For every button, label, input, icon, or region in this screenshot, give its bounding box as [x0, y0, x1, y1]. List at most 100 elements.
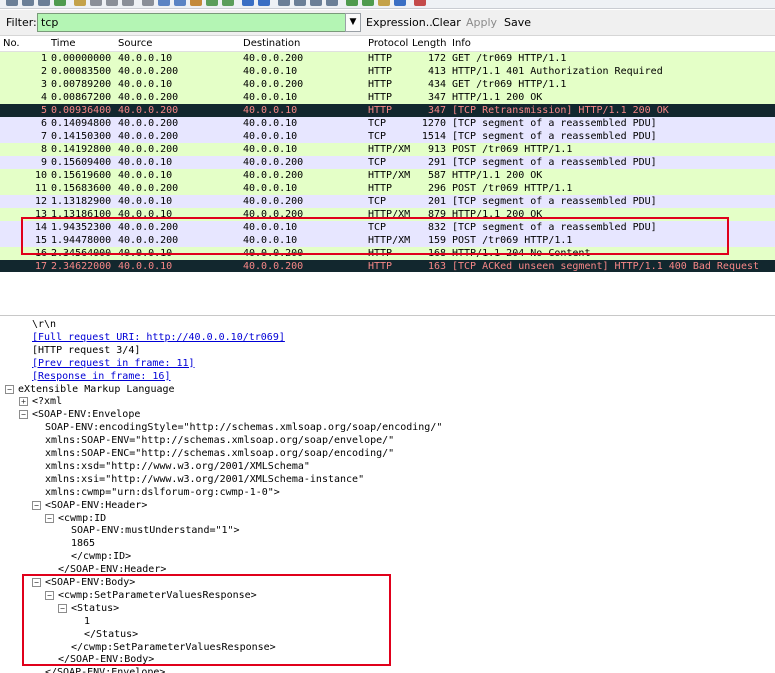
- resize-columns-icon[interactable]: [326, 0, 338, 6]
- capture-options-icon[interactable]: [54, 0, 66, 6]
- detail-line: 1865: [71, 538, 96, 550]
- detail-line: <Status>: [71, 602, 120, 614]
- packet-row[interactable]: 2 0.00083500 40.0.0.200 40.0.0.10 HTTP 413 HTT…: [0, 65, 775, 78]
- stop-capture-icon[interactable]: [22, 0, 34, 6]
- detail-line: \r\n: [32, 319, 57, 330]
- open-file-icon[interactable]: [74, 0, 86, 6]
- cell-info: HTTP/1.1 401 Authorization Required: [452, 66, 663, 77]
- coloring-rules-icon[interactable]: [378, 0, 390, 6]
- apply-button[interactable]: Apply: [466, 16, 497, 29]
- collapse-icon[interactable]: −: [5, 384, 14, 394]
- cell-length: 291: [427, 157, 446, 168]
- go-back-icon[interactable]: [158, 0, 170, 6]
- packet-row[interactable]: 13 1.13186100 40.0.0.10 40.0.0.200 HTTP/XM 87…: [0, 208, 775, 221]
- detail-line: <SOAP-ENV:Body>: [45, 577, 136, 588]
- preferences-icon[interactable]: [394, 0, 406, 6]
- cell-time: 1.94352300: [51, 222, 112, 233]
- column-header-source[interactable]: Source: [118, 38, 152, 49]
- column-header-info[interactable]: Info: [452, 38, 471, 49]
- first-packet-icon[interactable]: [206, 0, 218, 6]
- cell-protocol: HTTP: [368, 183, 393, 194]
- detail-line: <cwmp:SetParameterValuesResponse>: [58, 589, 257, 601]
- cell-no: 2: [40, 66, 47, 77]
- packet-row[interactable]: 16 2.34564000 40.0.0.10 40.0.0.200 HTTP 168 HT…: [0, 247, 775, 260]
- packet-row[interactable]: 11 0.15683600 40.0.0.200 40.0.0.10 HTTP 296 PO…: [0, 182, 775, 195]
- packet-row[interactable]: 7 0.14150300 40.0.0.200 40.0.0.10 TCP 1514 [TC…: [0, 130, 775, 143]
- find-packet-icon[interactable]: [142, 0, 154, 6]
- help-icon[interactable]: [414, 0, 426, 6]
- detail-link[interactable]: [Response in frame: 16]: [32, 370, 170, 383]
- collapse-icon[interactable]: −: [19, 410, 28, 420]
- cell-destination: 40.0.0.200: [243, 196, 304, 207]
- cell-no: 3: [40, 79, 47, 90]
- filter-label: Filter:: [6, 16, 37, 29]
- detail-line: </cwmp:SetParameterValuesResponse>: [71, 641, 276, 653]
- packet-row[interactable]: 15 1.94478000 40.0.0.200 40.0.0.10 HTTP/XM 15…: [0, 234, 775, 247]
- packet-row[interactable]: 17 2.34622000 40.0.0.10 40.0.0.200 HTTP 163 [T…: [0, 260, 775, 272]
- column-header-no[interactable]: No.: [3, 38, 20, 49]
- filter-input[interactable]: tcp: [37, 13, 348, 32]
- cell-time: 2.34622000: [51, 261, 112, 272]
- auto-scroll-icon[interactable]: [258, 0, 270, 6]
- collapse-icon[interactable]: −: [32, 500, 41, 510]
- clear-button[interactable]: Clear: [432, 16, 461, 29]
- zoom-out-icon[interactable]: [294, 0, 306, 6]
- column-header-protocol[interactable]: Protocol: [368, 38, 408, 49]
- packet-row[interactable]: 3 0.00789200 40.0.0.10 40.0.0.200 HTTP 434 GET…: [0, 78, 775, 91]
- expression-button[interactable]: Expression...: [366, 16, 436, 29]
- cell-protocol: HTTP: [368, 261, 393, 272]
- detail-line: SOAP-ENV:mustUnderstand="1">: [71, 525, 240, 537]
- cell-protocol: HTTP/XM: [368, 209, 411, 220]
- packet-row[interactable]: 4 0.00867200 40.0.0.200 40.0.0.10 HTTP 347 HTT…: [0, 91, 775, 104]
- column-header-time[interactable]: Time: [51, 38, 75, 49]
- column-header-length[interactable]: Length: [412, 38, 447, 49]
- start-capture-icon[interactable]: [6, 0, 18, 6]
- packet-row[interactable]: 9 0.15609400 40.0.0.10 40.0.0.200 TCP 291 [TCP…: [0, 156, 775, 169]
- detail-link[interactable]: [Prev request in frame: 11]: [32, 357, 195, 370]
- cell-destination: 40.0.0.10: [243, 92, 298, 103]
- cell-time: 1.13182900: [51, 196, 112, 207]
- column-header-destination[interactable]: Destination: [243, 38, 300, 49]
- reload-icon[interactable]: [122, 0, 134, 6]
- packet-row[interactable]: 6 0.14094800 40.0.0.200 40.0.0.10 TCP 1270 [TC…: [0, 117, 775, 130]
- save-filter-button[interactable]: Save: [504, 16, 531, 29]
- last-packet-icon[interactable]: [222, 0, 234, 6]
- cell-source: 40.0.0.10: [118, 261, 173, 272]
- cell-destination: 40.0.0.10: [243, 235, 298, 246]
- cell-protocol: TCP: [368, 196, 387, 207]
- cell-destination: 40.0.0.200: [243, 248, 304, 259]
- packet-row[interactable]: 10 0.15619600 40.0.0.10 40.0.0.200 HTTP/XM 58…: [0, 169, 775, 182]
- packet-row[interactable]: 12 1.13182900 40.0.0.10 40.0.0.200 TCP 201 [TC…: [0, 195, 775, 208]
- cell-source: 40.0.0.10: [118, 196, 173, 207]
- packet-row[interactable]: 14 1.94352300 40.0.0.200 40.0.0.10 TCP 832 [TC…: [0, 221, 775, 234]
- packet-row[interactable]: 1 0.00000000 40.0.0.10 40.0.0.200 HTTP 172 GET…: [0, 52, 775, 65]
- packet-row[interactable]: 8 0.14192800 40.0.0.200 40.0.0.10 HTTP/XM 913…: [0, 143, 775, 156]
- collapse-icon[interactable]: −: [32, 578, 41, 587]
- expand-icon[interactable]: +: [19, 397, 28, 407]
- collapse-icon[interactable]: −: [45, 590, 54, 600]
- cell-time: 0.00867200: [51, 92, 112, 103]
- cell-no: 12: [34, 196, 47, 207]
- close-file-icon[interactable]: [106, 0, 118, 6]
- cell-length: 913: [427, 144, 446, 155]
- save-file-icon[interactable]: [90, 0, 102, 6]
- cell-info: [TCP segment of a reassembled PDU]: [452, 222, 657, 233]
- cell-protocol: TCP: [368, 222, 387, 233]
- colorize-icon[interactable]: [242, 0, 254, 6]
- restart-capture-icon[interactable]: [38, 0, 50, 6]
- detail-link[interactable]: [Full request URI: http://40.0.0.10/tr06…: [32, 331, 285, 344]
- normal-size-icon[interactable]: [310, 0, 322, 6]
- cell-info: [TCP segment of a reassembled PDU]: [452, 118, 657, 129]
- go-to-packet-icon[interactable]: [190, 0, 202, 6]
- display-filters-icon[interactable]: [362, 0, 374, 6]
- capture-filters-icon[interactable]: [346, 0, 358, 6]
- go-forward-icon[interactable]: [174, 0, 186, 6]
- cell-time: 0.15609400: [51, 157, 112, 168]
- cell-source: 40.0.0.200: [118, 235, 179, 246]
- zoom-in-icon[interactable]: [278, 0, 290, 6]
- collapse-icon[interactable]: −: [45, 513, 54, 523]
- cell-time: 0.00000000: [51, 53, 112, 64]
- filter-dropdown-button[interactable]: ▼: [345, 13, 361, 32]
- packet-row[interactable]: 5 0.00936400 40.0.0.200 40.0.0.10 HTTP 347 [TC…: [0, 104, 775, 117]
- collapse-icon[interactable]: −: [58, 603, 67, 613]
